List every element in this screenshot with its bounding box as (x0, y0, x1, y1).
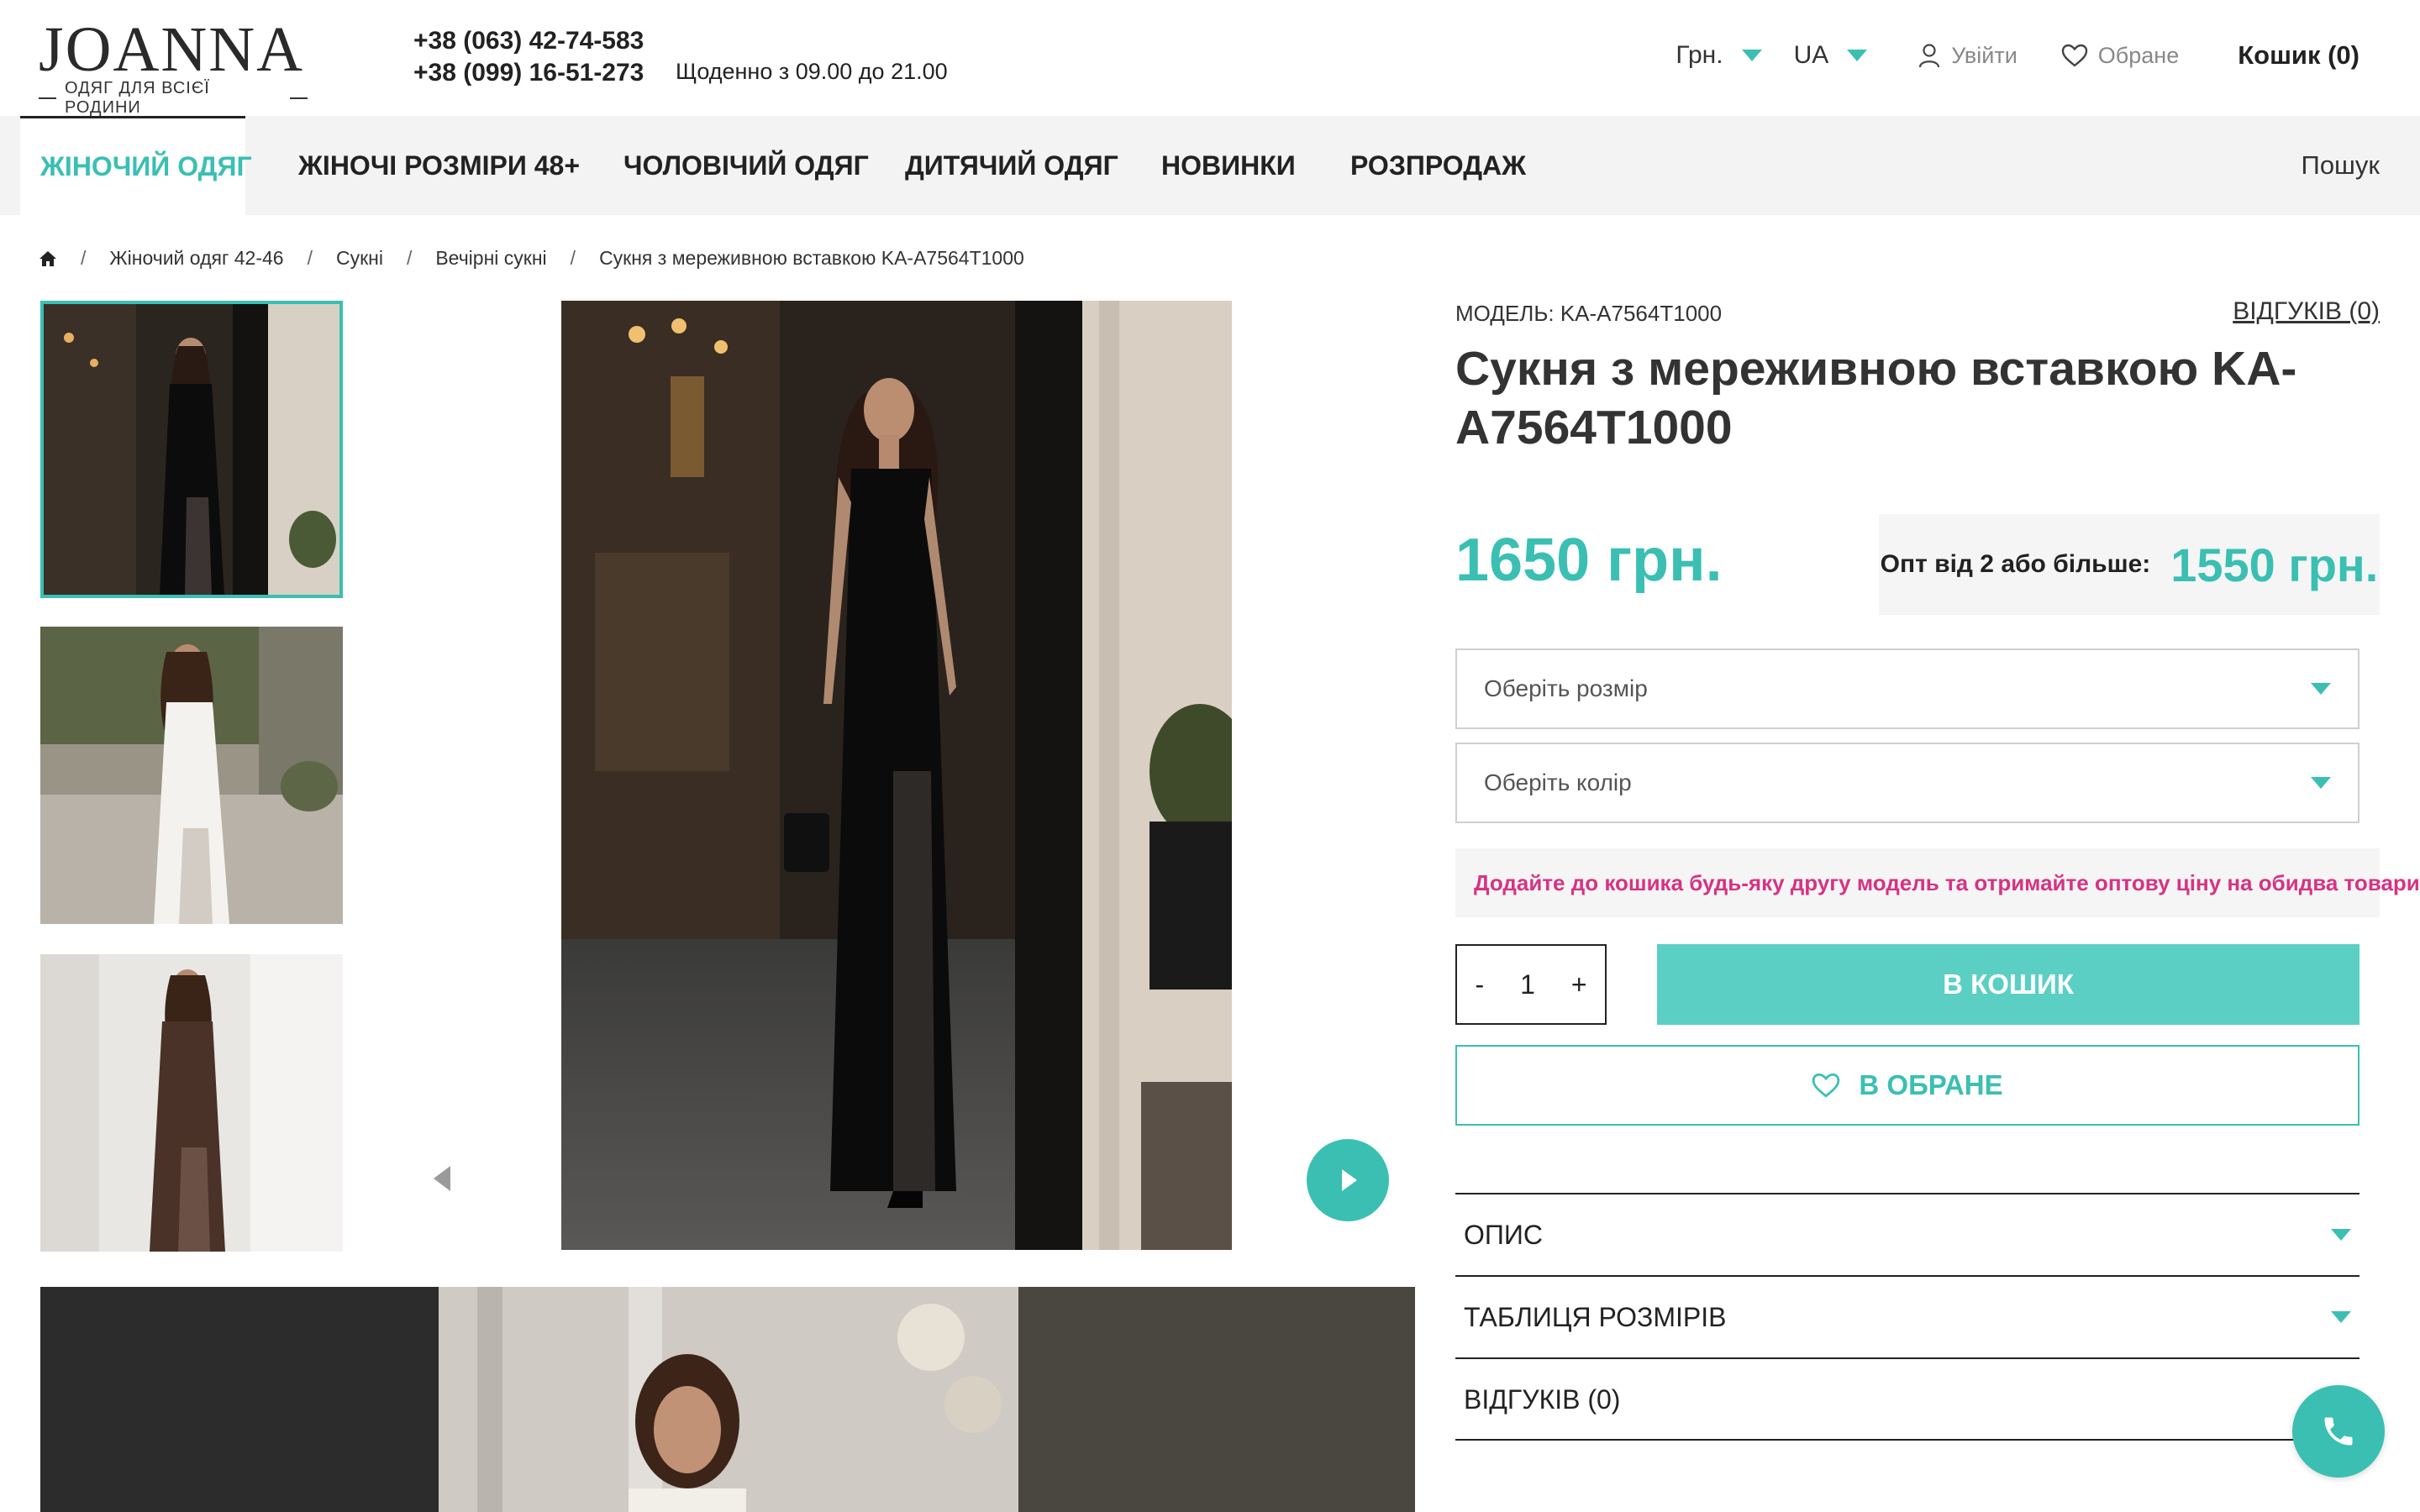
product-image-white (40, 627, 343, 924)
call-button[interactable] (2292, 1385, 2385, 1478)
wholesale-price-box: Опт від 2 або більше: 1550 грн. (1879, 514, 2380, 615)
currency-select[interactable]: Грн. (1676, 41, 1762, 70)
main-product-image[interactable] (561, 301, 1232, 1250)
user-icon (1919, 44, 1940, 68)
nav-item-new[interactable]: НОВИНКИ (1161, 116, 1296, 215)
model-code: МОДЕЛЬ: KA-A7564T1000 (1455, 301, 1723, 326)
search-link[interactable]: Пошук (2302, 116, 2380, 215)
add-to-wishlist-button[interactable]: В ОБРАНЕ (1455, 1045, 2360, 1126)
nav-item-sale[interactable]: РОЗПРОДАЖ (1350, 116, 1526, 215)
chevron-down-icon (2331, 1229, 2351, 1241)
cart-link[interactable]: Кошик (0) (2238, 40, 2360, 71)
color-select[interactable]: Оберіть колір (1455, 743, 2360, 823)
reviews-link[interactable]: ВІДГУКІВ (0) (2233, 297, 2380, 326)
phone-2[interactable]: +38 (099) 16-51-273 (413, 57, 644, 89)
wholesale-price: 1550 грн. (2170, 538, 2379, 591)
logo-tagline: ОДЯГ ДЛЯ ВСІЄЇ РОДИНИ (39, 79, 308, 118)
favorites-link[interactable]: Обране (2061, 43, 2179, 69)
logo-title: JOANNA (39, 14, 304, 85)
quantity-stepper: - 1 + (1455, 944, 1607, 1025)
product-image-brown (40, 954, 343, 1252)
product-image-black (44, 304, 339, 595)
arrow-right-icon[interactable] (1307, 1139, 1389, 1221)
chevron-down-icon (2331, 1311, 2351, 1323)
qty-plus-button[interactable]: + (1571, 969, 1587, 1000)
qty-minus-button[interactable]: - (1475, 969, 1484, 1000)
promo-message: Додайте до кошика будь-яку другу модель … (1455, 848, 2420, 917)
logo[interactable]: JOANNA ОДЯГ ДЛЯ ВСІЄЇ РОДИНИ (39, 14, 308, 118)
add-to-cart-button[interactable]: В КОШИК (1657, 944, 2360, 1025)
chevron-down-icon (2311, 777, 2331, 789)
accordion-size-chart[interactable]: ТАБЛИЦЯ РОЗМІРІВ (1455, 1275, 2360, 1357)
nav-item-womens[interactable]: ЖІНОЧИЙ ОДЯГ (20, 116, 252, 215)
header-actions: Грн. UA Увійти Обране Кошик (0) (1676, 40, 2360, 71)
nav-item-mens[interactable]: ЧОЛОВІЧИЙ ОДЯГ (623, 116, 869, 215)
chevron-down-icon (1741, 50, 1762, 61)
accordion-reviews[interactable]: ВІДГУКІВ (0) (1455, 1357, 2360, 1440)
thumbnail-3[interactable] (40, 954, 343, 1252)
breadcrumb: / Жіночий одяг 42-46 / Сукні / Вечірні с… (39, 247, 1024, 270)
working-hours: Щоденно з 09.00 до 21.00 (676, 59, 948, 84)
chevron-down-icon (2311, 683, 2331, 695)
login-link[interactable]: Увійти (1918, 43, 2018, 69)
main-nav: ЖІНОЧИЙ ОДЯГ ЖІНОЧІ РОЗМІРИ 48+ ЧОЛОВІЧИ… (0, 116, 2420, 215)
heart-icon (2061, 44, 2087, 67)
thumbnail-1[interactable] (40, 301, 343, 598)
chevron-down-icon (1847, 50, 1868, 61)
thumbnail-2[interactable] (40, 627, 343, 924)
arrow-left-icon[interactable] (434, 1166, 450, 1191)
size-select[interactable]: Оберіть розмір (1455, 648, 2360, 729)
site-header: JOANNA ОДЯГ ДЛЯ ВСІЄЇ РОДИНИ +38 (063) 4… (0, 0, 2420, 118)
breadcrumb-item[interactable]: Сукні (336, 247, 383, 270)
product-title: Сукня з мереживною вставкою KA-A7564T100… (1455, 342, 2297, 454)
heart-icon (1812, 1073, 1840, 1098)
product-photo (561, 301, 1232, 1250)
home-icon[interactable] (39, 249, 57, 268)
nav-item-womens-plus[interactable]: ЖІНОЧІ РОЗМІРИ 48+ (298, 116, 580, 215)
accordion-description[interactable]: ОПИС (1455, 1193, 2360, 1275)
contact-phones: +38 (063) 42-74-583 +38 (099) 16-51-273 (413, 25, 644, 89)
qty-value[interactable]: 1 (1520, 969, 1535, 1000)
phone-1[interactable]: +38 (063) 42-74-583 (413, 25, 644, 57)
banner-image (40, 1287, 1415, 1512)
breadcrumb-current: Сукня з мереживною вставкою KA-A7564T100… (599, 247, 1024, 269)
language-select[interactable]: UA (1794, 41, 1868, 70)
phone-icon (2324, 1417, 2353, 1446)
product-price: 1650 грн. (1455, 527, 1723, 594)
nav-item-kids[interactable]: ДИТЯЧИЙ ОДЯГ (905, 116, 1118, 215)
breadcrumb-item[interactable]: Жіночий одяг 42-46 (109, 247, 283, 270)
video-banner[interactable] (40, 1287, 1415, 1512)
breadcrumb-item[interactable]: Вечірні сукні (435, 247, 546, 270)
wholesale-label: Опт від 2 або більше: (1880, 550, 2151, 578)
accordion-divider (1455, 1439, 2360, 1441)
